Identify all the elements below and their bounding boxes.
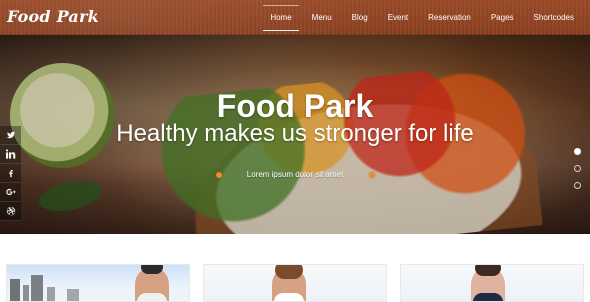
card-2[interactable]	[203, 264, 387, 302]
slider-dot-2[interactable]	[574, 165, 581, 172]
slider-dot-3[interactable]	[574, 182, 581, 189]
slider-pagination	[572, 148, 582, 199]
card-1-building	[67, 289, 79, 301]
top-header: Food Park Home Menu Blog Event Reservati…	[0, 0, 590, 35]
slider-dot-1[interactable]	[574, 148, 581, 155]
nav-home[interactable]: Home	[260, 4, 301, 31]
nav-shortcodes[interactable]: Shortcodes	[524, 13, 584, 23]
card-1-building	[31, 275, 43, 301]
nav-pages[interactable]: Pages	[481, 13, 524, 23]
card-1-person	[135, 265, 169, 301]
card-1-building	[10, 279, 20, 301]
social-dribbble[interactable]	[0, 202, 21, 221]
site-logo[interactable]: Food Park	[7, 7, 99, 26]
hero-accent-dot-right	[369, 172, 375, 178]
linkedin-icon	[5, 149, 15, 159]
dribbble-icon	[6, 206, 15, 216]
nav-menu[interactable]: Menu	[302, 13, 342, 23]
nav-event[interactable]: Event	[378, 13, 418, 23]
card-1-building	[23, 285, 29, 301]
nav-blog[interactable]: Blog	[342, 13, 378, 23]
social-linkedin[interactable]	[0, 145, 21, 164]
hero-title: Food Park	[216, 88, 374, 124]
card-3-person	[471, 265, 505, 301]
featured-cards	[0, 234, 590, 302]
hero-subtitle: Healthy makes us stronger for life	[116, 120, 474, 147]
card-3[interactable]	[400, 264, 584, 302]
hero-slider: Food Park Healthy makes us stronger for …	[0, 35, 590, 234]
nav-reservation[interactable]: Reservation	[418, 13, 481, 23]
card-1[interactable]	[6, 264, 190, 302]
card-1-building	[47, 287, 55, 301]
card-2-person	[272, 265, 306, 301]
main-navigation: Home Menu Blog Event Reservation Pages S…	[260, 0, 584, 35]
social-google-plus[interactable]	[0, 183, 21, 202]
google-plus-icon	[5, 188, 16, 196]
hero-caption: Lorem ipsum dolor sit amet	[246, 170, 344, 179]
